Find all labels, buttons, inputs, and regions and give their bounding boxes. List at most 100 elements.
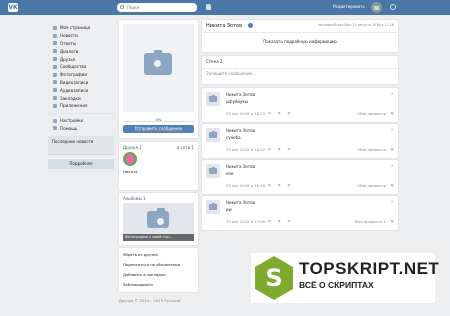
vk-logo[interactable]: VK: [8, 3, 18, 12]
top-bar: VK Поиск Редактировать: [0, 0, 450, 15]
groups-icon: [53, 64, 57, 69]
post-avatar[interactable]: [206, 164, 220, 178]
camera-icon: [209, 131, 217, 138]
post-avatar[interactable]: [206, 128, 220, 142]
heart-icon[interactable]: ♥: [390, 183, 394, 188]
post-author[interactable]: Никита Зотов: [226, 92, 255, 97]
edit-link[interactable]: Редактировать: [333, 4, 365, 9]
bell-icon[interactable]: [206, 4, 211, 10]
action-remove-friend[interactable]: Убрать из друзей: [123, 252, 158, 257]
sidebar-item[interactable]: Новости: [48, 32, 114, 40]
camera-icon: [144, 50, 172, 75]
more-button[interactable]: Подробнее: [48, 159, 114, 170]
friend-avatar[interactable]: [123, 152, 137, 166]
sidebar-item[interactable]: Видеозаписи: [48, 79, 114, 87]
sidebar-item[interactable]: Помощь: [48, 125, 114, 133]
help-icon: [53, 126, 57, 131]
wall-header: Стена 2 Запишите сообщение...: [202, 56, 398, 84]
sidebar-item[interactable]: Закладки: [48, 94, 114, 102]
post-action-icons[interactable]: ◆ ◆ ◆: [268, 219, 294, 223]
close-icon[interactable]: ×: [391, 199, 394, 204]
news-box[interactable]: Последние новости: [48, 136, 114, 156]
post-text: ene: [226, 171, 234, 176]
sidebar-item-label: Новости: [60, 33, 78, 39]
album-caption: Фотографии с моей стр...: [123, 234, 194, 241]
messages-icon: [53, 49, 57, 54]
wall-post: Никита Зотов сунеба 25 авг 2016 в 18:22 ◆ ◆…: [202, 124, 398, 158]
sidebar: Моя страница Новости Ответы Диалоги Друзья Со…: [48, 24, 114, 170]
sidebar-item-label: Ответы: [60, 40, 77, 46]
heart-icon[interactable]: ♥: [390, 111, 394, 116]
logout-icon[interactable]: [390, 4, 396, 10]
news-icon: [53, 33, 57, 38]
sidebar-item[interactable]: Настройки: [48, 117, 114, 125]
close-icon[interactable]: ×: [391, 163, 394, 168]
sidebar-item-label: Видеозаписи: [60, 79, 89, 85]
profile-photo[interactable]: [123, 24, 194, 112]
wall-post: Никита Зотов ыфуйаукы 25 авг 2016 в 18:23 ◆…: [202, 88, 398, 122]
sidebar-item[interactable]: Ответы: [48, 40, 114, 48]
post-action-icons[interactable]: ◆ ◆ ◆: [268, 183, 294, 187]
action-bookmark[interactable]: Добавить в закладки: [123, 272, 166, 277]
user-avatar[interactable]: [371, 2, 382, 13]
post-author[interactable]: Никита Зотов: [226, 128, 255, 133]
like-button[interactable]: Мне нравится: [358, 183, 386, 188]
actions-card: Убрать из друзей Подписаться на обновлен…: [119, 248, 198, 292]
audio-icon: [53, 88, 57, 93]
wall-post: Никита Зотов pw 25 авг 2016 в 17:09 ◆ ◆ ◆ Мн…: [202, 196, 398, 230]
wall-post: Никита Зотов ene 25 авг 2016 в 18:18 ◆ ◆ ◆ М…: [202, 160, 398, 194]
post-author[interactable]: Никита Зотов: [226, 200, 255, 205]
sidebar-item[interactable]: Аудиозаписи: [48, 86, 114, 94]
post-author[interactable]: Никита Зотов: [226, 164, 255, 169]
sidebar-item[interactable]: Приложения: [48, 102, 114, 110]
nav-separator: [48, 112, 114, 114]
action-subscribe[interactable]: Подписаться на обновления: [123, 262, 180, 267]
heart-icon[interactable]: ♥: [390, 147, 394, 152]
footer-copyright: Друзья © 2014 – 2015 Русский: [119, 298, 181, 303]
like-button[interactable]: Мне нравится: [358, 111, 386, 116]
sidebar-item[interactable]: Фотографии: [48, 71, 114, 79]
like-button[interactable]: Мне нравится: [358, 147, 386, 152]
sidebar-item[interactable]: Сообщества: [48, 63, 114, 71]
post-date[interactable]: 25 авг 2016 в 17:09: [226, 219, 265, 224]
close-icon[interactable]: ×: [391, 91, 394, 96]
post-date[interactable]: 25 авг 2016 в 18:23: [226, 111, 265, 116]
action-block[interactable]: Заблокировать: [123, 282, 153, 287]
sidebar-item-label: Диалоги: [60, 48, 79, 54]
sidebar-item[interactable]: Друзья: [48, 55, 114, 63]
camera-icon: [209, 203, 217, 210]
show-info-link[interactable]: Показать подробную информацию: [202, 39, 398, 44]
apps-icon: [53, 103, 57, 108]
friends-title[interactable]: Друзья 1: [123, 145, 142, 150]
friend-name[interactable]: Никита: [123, 169, 138, 174]
post-text: сунеба: [226, 135, 241, 140]
friend-status: Никита у Вас в друзьях: [134, 128, 183, 133]
watermark-subtitle: ВСЁ О СКРИПТАХ: [299, 280, 374, 290]
heart-icon[interactable]: ♥: [390, 219, 394, 224]
friends-online[interactable]: в сети 1: [177, 145, 194, 150]
post-date[interactable]: 25 авг 2016 в 18:22: [226, 147, 265, 152]
answers-icon: [53, 41, 57, 46]
post-action-icons[interactable]: ◆ ◆ ◆: [268, 147, 294, 151]
sidebar-item-label: Сообщества: [60, 64, 87, 70]
watermark-title: TOPSKRIPT.NET: [299, 259, 440, 278]
sidebar-item[interactable]: Диалоги: [48, 47, 114, 55]
post-avatar[interactable]: [206, 200, 220, 214]
search-input[interactable]: Поиск: [117, 3, 197, 12]
album-thumbnail[interactable]: Фотографии с моей стр...: [123, 203, 194, 241]
post-date[interactable]: 25 авг 2016 в 18:18: [226, 183, 265, 188]
post-action-icons[interactable]: ◆ ◆ ◆: [268, 111, 294, 115]
watermark: S TOPSKRIPT.NET ВСЁ О СКРИПТАХ: [251, 253, 439, 303]
albums-title[interactable]: Альбомы 1: [123, 196, 146, 201]
divider: [202, 68, 398, 69]
bookmarks-icon: [53, 96, 57, 101]
sidebar-item-label: Друзья: [60, 56, 76, 62]
video-icon: [53, 80, 57, 85]
wall-post-input[interactable]: Запишите сообщение...: [206, 71, 256, 76]
post-avatar[interactable]: [206, 92, 220, 106]
watermark-logo: S: [255, 256, 293, 300]
news-box-label: Последние новости: [52, 139, 94, 145]
close-icon[interactable]: ×: [391, 127, 394, 132]
like-button[interactable]: Мне нравится 1: [355, 219, 386, 224]
sidebar-item[interactable]: Моя страница: [48, 24, 114, 32]
